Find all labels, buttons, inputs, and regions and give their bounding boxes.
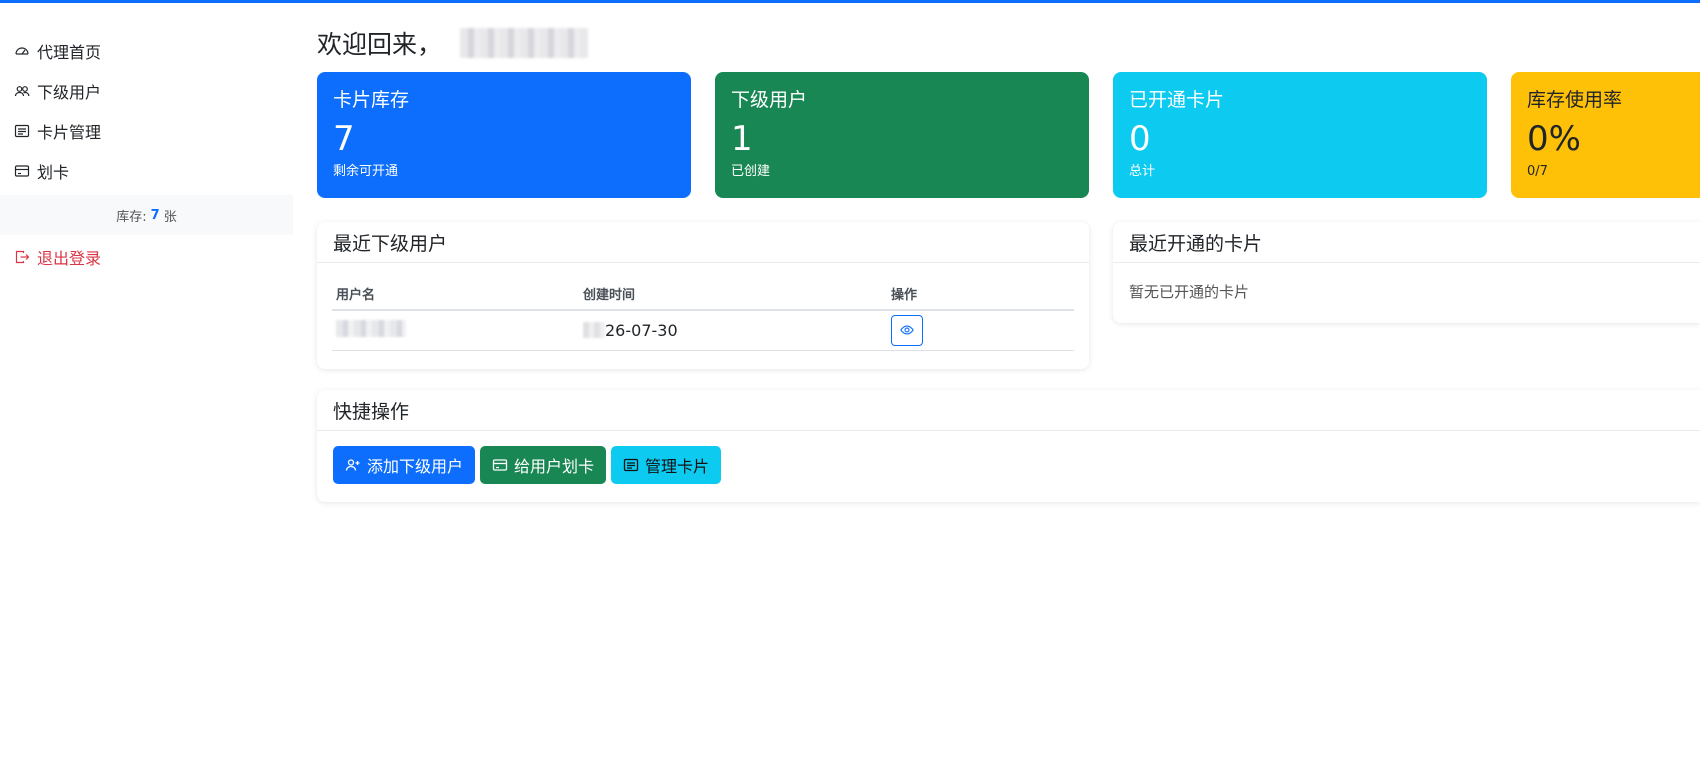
- sidebar-item-card-management[interactable]: 卡片管理: [0, 111, 293, 151]
- stat-card-stock: 卡片库存 7 剩余可开通: [317, 72, 691, 198]
- column-header: 创建时间: [579, 278, 887, 311]
- manage-cards-button[interactable]: 管理卡片: [611, 446, 722, 484]
- logout-icon: [13, 248, 31, 266]
- card-title: 最近下级用户: [317, 222, 1089, 263]
- username-cell: [332, 310, 579, 351]
- button-label: 给用户划卡: [514, 457, 595, 476]
- sidebar-item-transfer[interactable]: 划卡: [0, 151, 293, 191]
- view-user-button[interactable]: [891, 314, 923, 346]
- stock-indicator: 库存: 7 张: [0, 195, 293, 235]
- recent-cards-card: 最近开通的卡片 暂无已开通的卡片: [1113, 222, 1700, 323]
- sidebar-item-label: 代理首页: [37, 43, 102, 62]
- speedometer-icon: [13, 42, 31, 60]
- stat-subtitle: 已创建: [731, 164, 771, 179]
- stat-title: 库存使用率: [1527, 89, 1623, 111]
- quick-actions-card: 快捷操作 添加下级用户 给用户划卡 管理卡片: [317, 390, 1700, 502]
- stat-subtitle: 0/7: [1527, 164, 1548, 179]
- stat-value: 1: [731, 119, 753, 159]
- stock-unit: 张: [163, 209, 177, 225]
- created-cell: 26-07-30: [579, 310, 887, 351]
- column-header: 操作: [887, 278, 1074, 311]
- stat-title: 下级用户: [731, 89, 808, 111]
- button-label: 添加下级用户: [367, 457, 464, 476]
- card-list-icon: [623, 458, 639, 472]
- main-content: 欢迎回来， 卡片库存 7 剩余可开通 下级用户 1 已创建 已开通卡片 0 总计…: [317, 3, 1700, 774]
- sidebar-item-label: 下级用户: [37, 83, 102, 102]
- redacted-username: [336, 319, 406, 337]
- sidebar-item-dashboard[interactable]: 代理首页: [0, 31, 293, 71]
- stat-subtitle: 总计: [1129, 164, 1156, 179]
- logout-label: 退出登录: [37, 249, 102, 268]
- empty-state-text: 暂无已开通的卡片: [1129, 283, 1250, 301]
- sidebar-item-label: 卡片管理: [37, 123, 102, 142]
- card-title: 快捷操作: [317, 390, 1700, 431]
- created-date: 26-07-30: [605, 320, 678, 340]
- stat-value: 0%: [1527, 119, 1581, 159]
- welcome-heading: 欢迎回来，: [317, 25, 589, 61]
- person-plus-icon: [345, 459, 360, 471]
- credit-card-icon: [13, 162, 31, 180]
- sidebar-item-subusers[interactable]: 下级用户: [0, 71, 293, 111]
- table-row: 26-07-30: [332, 310, 1074, 351]
- redacted-username: [460, 28, 589, 58]
- add-subuser-button[interactable]: 添加下级用户: [333, 446, 476, 484]
- stat-value: 7: [333, 119, 355, 159]
- transfer-card-button[interactable]: 给用户划卡: [480, 446, 607, 484]
- stat-title: 已开通卡片: [1129, 89, 1225, 111]
- stock-count: 7: [150, 207, 160, 223]
- stat-card-usage-rate: 库存使用率 0% 0/7: [1511, 72, 1700, 198]
- redacted-year: [583, 321, 605, 338]
- column-header: 用户名: [332, 278, 579, 311]
- stat-title: 卡片库存: [333, 89, 410, 111]
- actions-cell: [887, 310, 1074, 351]
- people-icon: [13, 82, 31, 100]
- stat-card-activated: 已开通卡片 0 总计: [1113, 72, 1487, 198]
- card-list-icon: [13, 122, 31, 140]
- welcome-text: 欢迎回来，: [317, 30, 443, 59]
- sidebar: 代理首页 下级用户 卡片管理 划卡 库存: 7 张 退出登录: [0, 3, 293, 774]
- stat-value: 0: [1129, 119, 1151, 159]
- logout-link[interactable]: 退出登录: [0, 235, 293, 279]
- credit-card-icon: [492, 459, 508, 471]
- recent-subusers-card: 最近下级用户 用户名 创建时间 操作 26-07-30: [317, 222, 1089, 369]
- stock-label: 库存:: [116, 209, 147, 225]
- card-title: 最近开通的卡片: [1113, 222, 1700, 263]
- stat-card-subusers: 下级用户 1 已创建: [715, 72, 1089, 198]
- eye-icon: [900, 325, 914, 335]
- button-label: 管理卡片: [645, 457, 710, 476]
- stat-subtitle: 剩余可开通: [333, 164, 399, 179]
- subusers-table: 用户名 创建时间 操作 26-07-30: [332, 278, 1074, 351]
- sidebar-item-label: 划卡: [37, 163, 70, 182]
